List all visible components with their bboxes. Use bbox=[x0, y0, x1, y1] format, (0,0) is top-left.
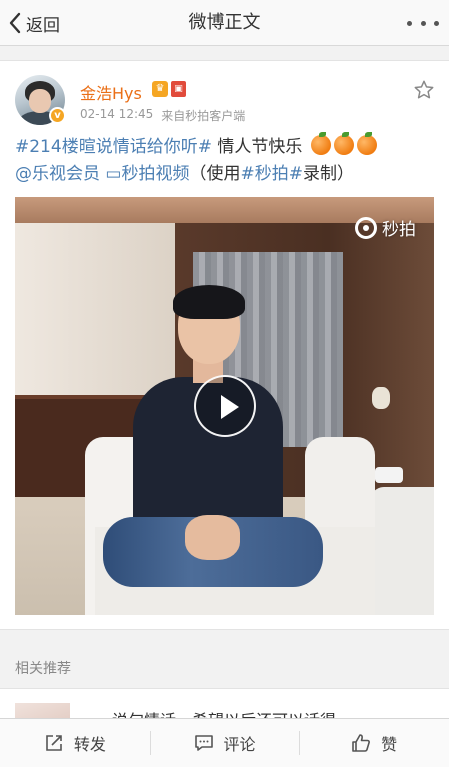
related-title: 相关推荐 bbox=[15, 661, 71, 677]
miaopai-watermark: 秒拍 bbox=[355, 215, 416, 240]
star-icon[interactable] bbox=[413, 79, 435, 101]
like-button[interactable]: 赞 bbox=[299, 719, 449, 767]
comment-button[interactable]: 评论 bbox=[149, 719, 300, 767]
repost-button[interactable]: 转发 bbox=[0, 719, 150, 767]
top-nav-bar: 返回 微博正文 bbox=[0, 0, 449, 46]
repost-label: 转发 bbox=[73, 735, 106, 754]
greeting-text: 情人节快乐 bbox=[211, 137, 308, 157]
like-icon bbox=[352, 734, 371, 752]
verified-badge-icon: v bbox=[49, 107, 66, 124]
orange-emoji-icon bbox=[356, 132, 377, 155]
more-dots-icon bbox=[407, 20, 439, 26]
page-title: 微博正文 bbox=[188, 12, 261, 33]
paren-close-text: 录制） bbox=[302, 164, 354, 184]
bottom-toolbar: 转发 评论 赞 bbox=[0, 718, 449, 767]
orange-emoji-icon bbox=[333, 132, 354, 155]
mention-link[interactable]: @乐视会员 bbox=[15, 164, 100, 184]
red-packet-icon: ▣ bbox=[171, 81, 186, 97]
post-source: 来自秒拍客户端 bbox=[161, 109, 246, 123]
post-meta: 02-14 12:45 来自秒拍客户端 bbox=[80, 107, 245, 124]
video-link-icon: ▭ bbox=[105, 164, 122, 184]
topic-link[interactable]: #214楼暄说情话给你听# bbox=[15, 137, 212, 157]
user-badges: ♛ ▣ bbox=[152, 81, 186, 97]
comment-label: 评论 bbox=[223, 735, 256, 754]
more-button[interactable] bbox=[407, 10, 439, 36]
comment-icon bbox=[194, 735, 213, 751]
back-button[interactable]: 返回 bbox=[8, 9, 60, 37]
repost-icon bbox=[46, 735, 62, 751]
orange-emoji-icon bbox=[310, 132, 331, 155]
username[interactable]: 金浩Hys bbox=[80, 80, 142, 104]
video-link[interactable]: ▭秒拍视频 bbox=[105, 164, 189, 184]
member-crown-icon: ♛ bbox=[152, 81, 168, 97]
miaopai-icon bbox=[355, 216, 377, 239]
paren-open-text: （使用 bbox=[189, 164, 241, 184]
post-date: 02-14 12:45 bbox=[80, 107, 154, 121]
back-chevron-icon bbox=[9, 12, 21, 34]
post-text: #214楼暄说情话给你听# 情人节快乐 @乐视会员 ▭秒拍视频（使用#秒拍#录制… bbox=[15, 132, 440, 188]
back-label: 返回 bbox=[26, 15, 60, 36]
video-player[interactable]: 秒拍 bbox=[15, 197, 434, 615]
miaopai-tag-link[interactable]: #秒拍# bbox=[240, 164, 303, 184]
play-icon[interactable] bbox=[194, 375, 256, 437]
watermark-label: 秒拍 bbox=[382, 220, 416, 240]
video-link-label: 秒拍视频 bbox=[121, 164, 190, 184]
post-card: v 金浩Hys ♛ ▣ 02-14 12:45 来自秒拍客户端 #214楼暄说情… bbox=[0, 60, 449, 630]
like-label: 赞 bbox=[381, 735, 398, 754]
